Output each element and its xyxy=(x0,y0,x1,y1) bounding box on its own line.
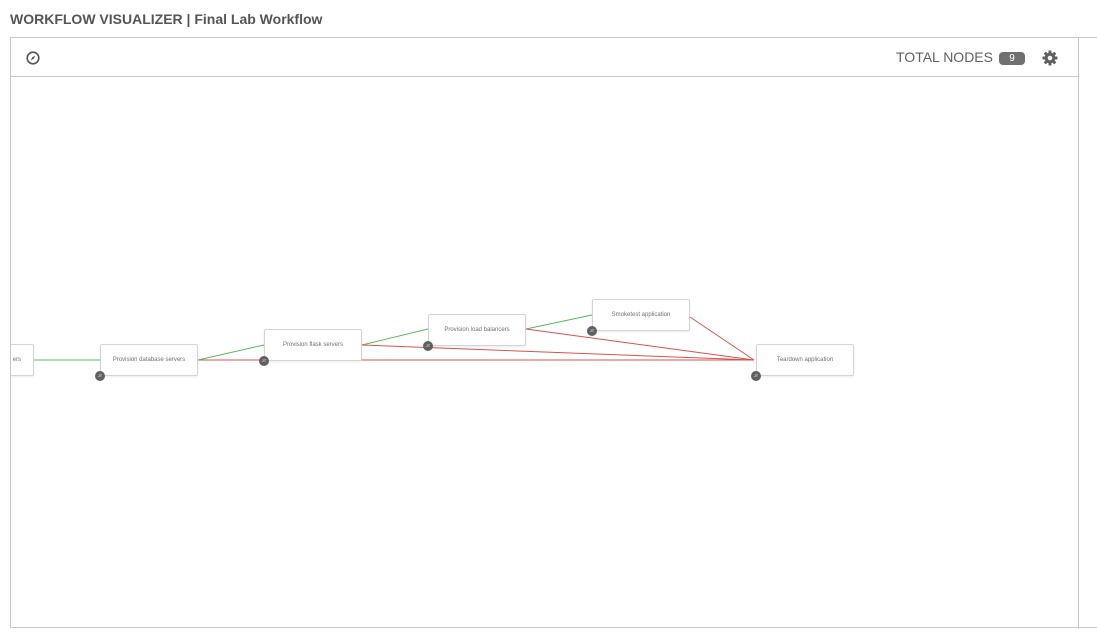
workflow-node[interactable]: ers xyxy=(11,344,34,376)
link-success[interactable] xyxy=(525,314,593,330)
job-template-badge: JT xyxy=(259,356,269,366)
link-success[interactable] xyxy=(197,344,265,361)
link-failure[interactable] xyxy=(689,316,755,361)
total-nodes-badge: 9 xyxy=(999,52,1025,65)
panel-divider xyxy=(1078,38,1079,629)
job-template-badge: JT xyxy=(95,371,105,381)
gear-icon[interactable] xyxy=(1042,50,1058,66)
workflow-node[interactable]: Teardown application xyxy=(756,344,854,376)
workflow-node[interactable]: Provision flask servers xyxy=(264,329,362,361)
job-template-badge: JT xyxy=(423,341,433,351)
workflow-node[interactable]: Smoketest application xyxy=(592,299,690,331)
job-template-badge: JT xyxy=(751,371,761,381)
link-success[interactable] xyxy=(361,328,429,346)
workflow-canvas[interactable]: ers Provision database servers JT Provis… xyxy=(11,77,1078,628)
total-nodes-label: TOTAL NODES xyxy=(896,49,993,65)
workflow-node[interactable]: Provision load balancers xyxy=(428,314,526,346)
page-title: WORKFLOW VISUALIZER | Final Lab Workflow xyxy=(10,11,323,27)
job-template-badge: JT xyxy=(587,326,597,336)
visualizer-toolbar: TOTAL NODES 9 xyxy=(11,38,1078,77)
workflow-node[interactable]: Provision database servers xyxy=(100,344,198,376)
compass-icon[interactable] xyxy=(26,51,40,65)
workflow-visualizer-panel: TOTAL NODES 9 ers Provision database ser… xyxy=(10,37,1097,629)
